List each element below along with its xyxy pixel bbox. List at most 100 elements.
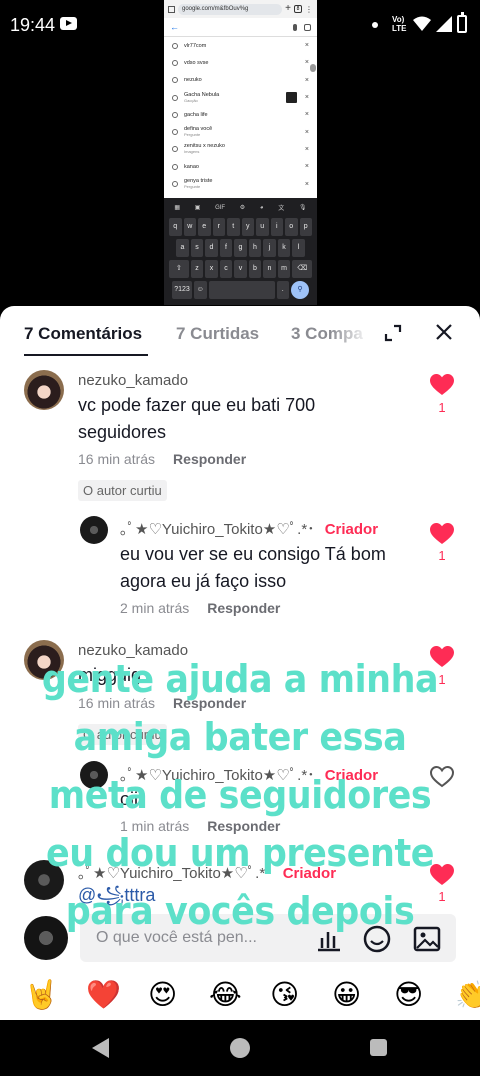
keyboard: ▦ ▣ GIF ⚙ ◕ 文 🎙 q w e r t y u i o p a s d f g h j k l ⇧ z x c v…: [164, 198, 317, 305]
history-icon: [172, 111, 178, 118]
comment-text: eu vou ver se eu consigo Tá bom agora eu…: [120, 544, 386, 591]
suggestion-text: kanao: [184, 163, 199, 170]
reply-button[interactable]: Responder: [173, 695, 246, 711]
comment-username[interactable]: nezuko_kamado: [78, 372, 188, 389]
key: m: [277, 260, 291, 278]
avatar[interactable]: [24, 640, 64, 680]
suggestion-subtext: Gacção: [184, 97, 198, 103]
like-heart-outline-icon[interactable]: [430, 766, 454, 788]
home-icon[interactable]: [230, 1038, 250, 1058]
like-heart-icon[interactable]: [430, 523, 454, 545]
key: ⇧: [168, 260, 189, 278]
remove-icon: ×: [304, 42, 309, 50]
history-icon: [172, 59, 178, 66]
suggestion-item: vdso svse ×: [172, 54, 309, 71]
screen: 19:44 Vo) LTE google.com/m&fbOuv%g + 8 ⋮ …: [0, 0, 480, 1076]
emoji-rock-button[interactable]: 🤘: [24, 978, 59, 1012]
like-count: 1: [438, 400, 446, 415]
author-liked-chip: O autor curtiu: [78, 724, 167, 745]
keyboard-toolbar: ▦ ▣ GIF ⚙ ◕ 文 🎙: [167, 200, 314, 215]
creator-badge: Criador: [324, 767, 379, 784]
reply-button[interactable]: Responder: [207, 600, 280, 616]
key: ?123: [172, 281, 192, 299]
like-count: 1: [438, 672, 446, 687]
mic-icon: 🎙: [298, 205, 307, 211]
search-row: ←: [164, 18, 317, 37]
suggestion-text: gacha life: [184, 111, 208, 118]
comment-username[interactable]: nezuko_kamado: [78, 642, 188, 659]
recents-icon[interactable]: [370, 1039, 387, 1056]
suggestion-text: defina você Pergunte: [184, 126, 305, 138]
tab-indicator: [24, 354, 148, 356]
like-heart-icon[interactable]: [430, 864, 454, 886]
comment-input[interactable]: O que você está pen...: [80, 914, 456, 962]
back-icon[interactable]: [92, 1038, 109, 1058]
key: f: [219, 239, 233, 257]
expand-icon[interactable]: [384, 324, 402, 342]
notification-dot-icon: [372, 22, 378, 28]
navigation-bar: [0, 1020, 480, 1076]
mic-icon: [293, 23, 297, 31]
emoji-clap-button[interactable]: 👏: [455, 978, 480, 1012]
more-icon: ⋮: [305, 4, 313, 14]
avatar[interactable]: [80, 761, 108, 789]
key: g: [234, 239, 247, 257]
tab-comments[interactable]: 7 Comentários: [24, 324, 142, 344]
avatar[interactable]: [24, 860, 64, 900]
author-liked-chip: O autor curtiu: [78, 480, 167, 501]
lens-icon: [304, 23, 311, 31]
remove-icon: ×: [304, 59, 309, 67]
key: i: [270, 218, 283, 236]
comment-username[interactable]: ｡ﾟ★♡Yuichiro_Tokito★♡ﾟ.*･ Criador: [120, 764, 378, 785]
key: q: [169, 218, 182, 236]
comment-time: 16 min atrás: [78, 451, 156, 467]
reply-button[interactable]: Responder: [207, 818, 280, 834]
emoji-icon[interactable]: [362, 924, 392, 954]
key: s: [190, 239, 204, 257]
tab-likes[interactable]: 7 Curtidas: [176, 324, 259, 344]
avatar[interactable]: [24, 370, 64, 410]
suggestion-item: genya triste Pergunte ×: [172, 175, 309, 192]
key: ⌫: [292, 260, 313, 278]
emoji-heart-eyes-button[interactable]: 😍: [148, 978, 177, 1012]
reply-button[interactable]: Responder: [173, 451, 246, 467]
keyboard-row: ⇧ z x c v b n m ⌫: [167, 260, 314, 278]
close-icon[interactable]: [434, 322, 454, 342]
emoji-sunglasses-button[interactable]: 😎: [394, 978, 423, 1012]
comment-username[interactable]: ｡ﾟ★♡Yuichiro_Tokito★♡ﾟ.*･ Criador: [120, 518, 378, 539]
image-icon[interactable]: [412, 924, 442, 954]
remove-icon: ×: [304, 128, 309, 136]
gif-icon: GIF: [215, 204, 226, 211]
suggestion-text: vlr77com: [184, 42, 207, 49]
scrollbar: [310, 64, 316, 72]
sticker-icon: ▣: [194, 205, 201, 211]
emoji-kiss-button[interactable]: 😘: [270, 978, 299, 1012]
key: l: [292, 239, 305, 257]
remove-icon: ×: [304, 111, 309, 119]
comment-text: migguig: [78, 665, 142, 685]
avatar[interactable]: [80, 516, 108, 544]
key: k: [277, 239, 291, 257]
volte-indicator: Vo) LTE: [392, 15, 407, 33]
url-bar: google.com/m&fbOuv%g: [178, 3, 283, 15]
creator-badge: Criador: [324, 521, 379, 538]
key: v: [234, 260, 247, 278]
emoji-heart-button[interactable]: ❤️: [86, 978, 121, 1012]
like-heart-icon[interactable]: [430, 374, 454, 396]
remove-icon: ×: [304, 76, 309, 84]
chart-icon[interactable]: [314, 924, 344, 954]
suggestion-item: defina você Pergunte ×: [172, 123, 309, 140]
emoji-grin-button[interactable]: 😀: [332, 978, 361, 1012]
key: a: [176, 239, 189, 257]
status-time: 19:44: [10, 15, 56, 35]
key: o: [285, 218, 298, 236]
comment-username[interactable]: ｡ﾟ★♡Yuichiro_Tokito★♡ﾟ.*･ Criador: [78, 862, 336, 883]
key: r: [212, 218, 225, 236]
apps-icon: ▦: [174, 205, 181, 211]
suggestion-item: gacha life ×: [172, 106, 309, 123]
suggestion-thumbnail: [285, 92, 297, 104]
keyboard-row: qwertyuiop: [167, 218, 314, 236]
like-heart-icon[interactable]: [430, 646, 454, 668]
key: n: [263, 260, 276, 278]
emoji-joy-button[interactable]: 😂: [209, 978, 242, 1012]
